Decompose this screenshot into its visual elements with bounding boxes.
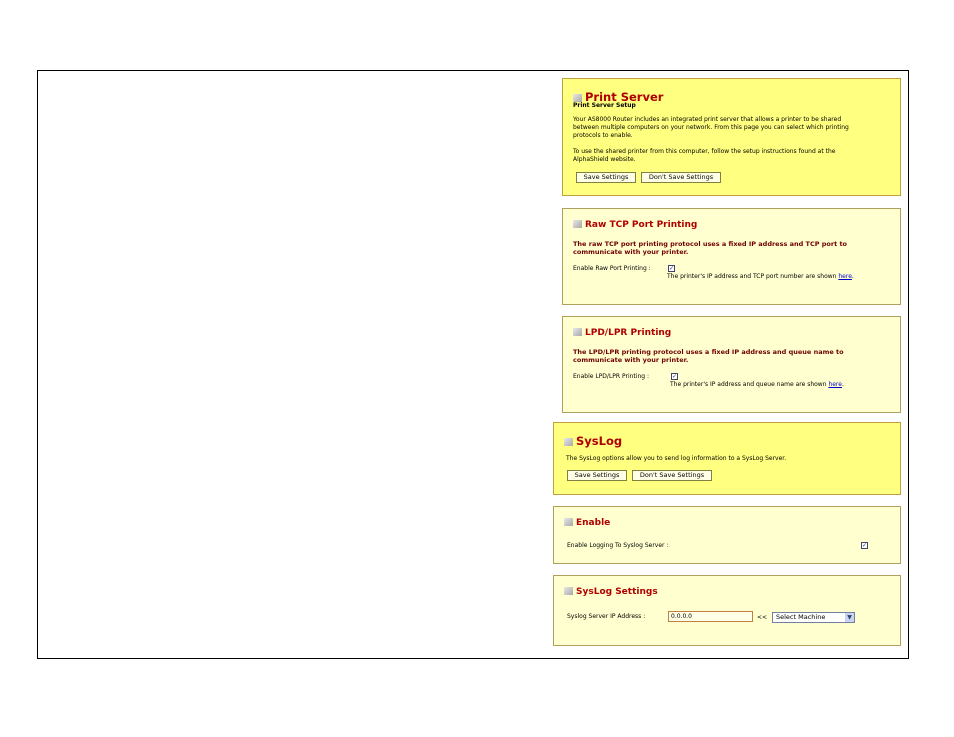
lpd-note: The printer's IP address and queue name … bbox=[670, 381, 844, 389]
raw-tcp-here-link[interactable]: here bbox=[838, 273, 852, 280]
raw-tcp-title-text: Raw TCP Port Printing bbox=[585, 220, 698, 230]
print-server-description-line-1: Your AS8000 Router includes an integrate… bbox=[573, 116, 842, 123]
raw-tcp-description-line-2: communicate with your printer. bbox=[573, 248, 689, 256]
section-icon bbox=[573, 94, 582, 102]
raw-tcp-note-end: . bbox=[851, 273, 854, 280]
dont-save-settings-button[interactable]: Don't Save Settings bbox=[641, 172, 721, 183]
syslog-save-settings-button[interactable]: Save Settings bbox=[567, 470, 627, 481]
section-icon bbox=[573, 220, 582, 228]
section-icon bbox=[564, 438, 573, 446]
enable-title: Enable bbox=[564, 518, 610, 528]
lpd-here-link[interactable]: here bbox=[828, 381, 842, 388]
lpd-panel: LPD/LPR Printing The LPD/LPR printing pr… bbox=[562, 316, 901, 413]
lpd-enable-checkbox[interactable]: ✓ bbox=[671, 373, 678, 380]
lpd-note-end: . bbox=[841, 381, 844, 388]
enable-title-text: Enable bbox=[576, 518, 611, 528]
raw-tcp-panel: Raw TCP Port Printing The raw TCP port p… bbox=[562, 208, 901, 305]
save-settings-button[interactable]: Save Settings bbox=[576, 172, 636, 183]
raw-tcp-enable-checkbox[interactable]: ✓ bbox=[668, 265, 675, 272]
select-machine-dropdown[interactable]: Select Machine ▼ bbox=[772, 612, 855, 623]
raw-tcp-note: The printer's IP address and TCP port nu… bbox=[667, 273, 854, 281]
lpd-description-line-2: communicate with your printer. bbox=[573, 356, 689, 364]
lpd-note-text: The printer's IP address and queue name … bbox=[670, 381, 829, 388]
raw-tcp-title: Raw TCP Port Printing bbox=[573, 220, 697, 230]
syslog-settings-panel: SysLog Settings Syslog Server IP Address… bbox=[553, 575, 901, 646]
chevron-down-icon[interactable]: ▼ bbox=[845, 613, 854, 622]
syslog-title-text: SysLog bbox=[576, 434, 623, 448]
lpd-title-text: LPD/LPR Printing bbox=[585, 328, 672, 338]
print-server-panel: Print Server Print Server Setup Your AS8… bbox=[562, 78, 901, 196]
section-icon bbox=[564, 587, 573, 595]
print-server-description-line-2: between multiple computers on your netwo… bbox=[573, 124, 849, 131]
syslog-title: SysLog bbox=[564, 434, 622, 448]
lpd-title: LPD/LPR Printing bbox=[573, 328, 671, 338]
print-server-subtitle: Print Server Setup bbox=[573, 102, 636, 109]
raw-tcp-note-text: The printer's IP address and TCP port nu… bbox=[667, 273, 839, 280]
lpd-enable-label: Enable LPD/LPR Printing : bbox=[573, 373, 649, 380]
syslog-panel: SysLog The SysLog options allow you to s… bbox=[553, 422, 901, 495]
print-server-instruction-line-2: AlphaShield website. bbox=[573, 156, 636, 163]
syslog-ip-input[interactable]: 0.0.0.0 bbox=[668, 611, 753, 622]
raw-tcp-enable-label: Enable Raw Port Printing : bbox=[573, 265, 651, 272]
print-server-instruction-line-1: To use the shared printer from this comp… bbox=[573, 148, 836, 155]
enable-panel: Enable Enable Logging To Syslog Server :… bbox=[553, 506, 901, 564]
select-machine-value: Select Machine bbox=[776, 613, 826, 621]
syslog-description: The SysLog options allow you to send log… bbox=[566, 455, 787, 462]
section-icon bbox=[573, 328, 582, 336]
syslog-settings-title-text: SysLog Settings bbox=[576, 587, 658, 597]
syslog-ip-label: Syslog Server IP Address : bbox=[567, 613, 646, 620]
print-server-description-line-3: protocols to enable. bbox=[573, 132, 633, 139]
syslog-copy-arrows: << bbox=[757, 614, 768, 621]
enable-logging-label: Enable Logging To Syslog Server : bbox=[567, 542, 669, 549]
syslog-settings-title: SysLog Settings bbox=[564, 587, 658, 597]
syslog-dont-save-settings-button[interactable]: Don't Save Settings bbox=[632, 470, 712, 481]
enable-logging-checkbox[interactable]: ✓ bbox=[861, 542, 868, 549]
section-icon bbox=[564, 518, 573, 526]
